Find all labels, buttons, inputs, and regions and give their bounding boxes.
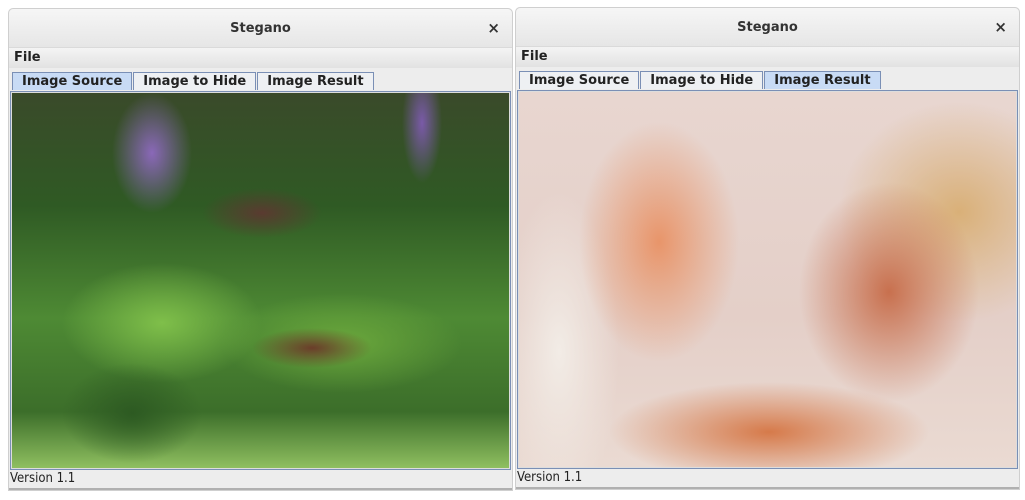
- tab-bar: Image Source Image to Hide Image Result: [9, 70, 512, 90]
- stegano-window-left: Stegano × File Image Source Image to Hid…: [8, 8, 513, 491]
- title-bar[interactable]: Stegano ×: [9, 9, 512, 48]
- tab-image-result[interactable]: Image Result: [764, 71, 881, 89]
- menu-bar: File: [516, 47, 1019, 67]
- menu-bar: File: [9, 48, 512, 68]
- tab-image-source[interactable]: Image Source: [12, 72, 133, 90]
- source-image-garden: [12, 93, 509, 468]
- tab-image-result[interactable]: Image Result: [257, 72, 374, 90]
- tab-bar: Image Source Image to Hide Image Result: [516, 69, 1019, 89]
- status-version: Version 1.1: [9, 470, 512, 490]
- menu-file[interactable]: File: [521, 49, 548, 64]
- window-title: Stegano: [737, 19, 798, 35]
- window-title: Stegano: [230, 20, 291, 36]
- status-version: Version 1.1: [516, 469, 1019, 489]
- close-icon[interactable]: ×: [994, 18, 1007, 36]
- title-bar[interactable]: Stegano ×: [516, 8, 1019, 47]
- tab-image-to-hide[interactable]: Image to Hide: [640, 71, 764, 89]
- result-image-portrait: [519, 92, 1016, 467]
- tab-image-source[interactable]: Image Source: [519, 71, 640, 89]
- image-panel: [517, 90, 1018, 469]
- menu-file[interactable]: File: [14, 50, 41, 65]
- tab-image-to-hide[interactable]: Image to Hide: [133, 72, 257, 90]
- close-icon[interactable]: ×: [487, 19, 500, 37]
- stegano-window-right: Stegano × File Image Source Image to Hid…: [515, 7, 1020, 490]
- image-panel: [10, 91, 511, 470]
